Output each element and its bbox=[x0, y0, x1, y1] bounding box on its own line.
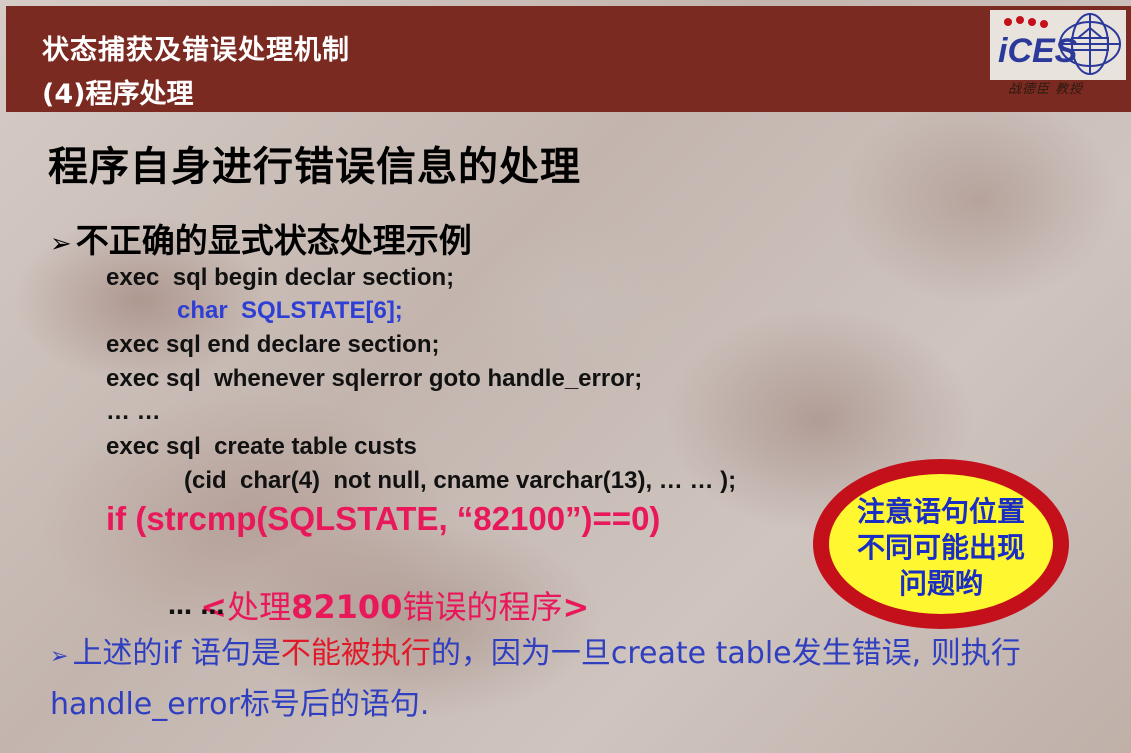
code-line: exec sql create table custs bbox=[106, 433, 417, 460]
code-line: … … bbox=[106, 398, 161, 425]
if-statement: if (strcmp(SQLSTATE, “82100”)==0) bbox=[106, 500, 661, 537]
bullet-arrow-icon: ➢ bbox=[50, 229, 72, 259]
callout-text: 注意语句位置 不同可能出现 问题哟 bbox=[810, 494, 1072, 602]
callout-line: 不同可能出现 bbox=[856, 531, 1025, 564]
code-line: char SQLSTATE[6]; bbox=[177, 297, 403, 324]
ices-logo: iCES 战德臣 教授 bbox=[990, 10, 1126, 106]
code-line: (cid char(4) not null, cname varchar(13)… bbox=[184, 467, 737, 494]
logo-caption: 战德臣 教授 bbox=[1008, 82, 1084, 97]
handler-code: 82100 bbox=[291, 588, 403, 626]
note-text-1: 上述的if 语句是 bbox=[72, 636, 281, 671]
code-line: exec sql whenever sqlerror goto handle_e… bbox=[106, 365, 643, 392]
explanation-note: ➢ 上述的if 语句是不能被执行的，因为一旦create table发生错误, 则… bbox=[50, 630, 1100, 729]
note-highlight: 不能被执行 bbox=[280, 636, 431, 671]
subheading-text: 不正确的显式状态处理示例 bbox=[75, 221, 472, 260]
handler-text-2: 错误的程序 bbox=[402, 588, 563, 626]
callout-badge: 注意语句位置 不同可能出现 问题哟 bbox=[810, 456, 1072, 632]
slide-header: 状态捕获及错误处理机制 (4)程序处理 bbox=[6, 6, 1131, 112]
code-line: exec sql end declare section; bbox=[106, 331, 440, 358]
header-title: 状态捕获及错误处理机制 bbox=[42, 35, 350, 66]
ices-logo-graphic: iCES bbox=[990, 10, 1126, 80]
header-subtitle: (4)程序处理 bbox=[42, 79, 194, 110]
note-text-2: 的，因为一旦create table发生错误, 则执行 bbox=[430, 636, 1021, 671]
code-ellipsis: … … bbox=[168, 592, 225, 620]
callout-line: 注意语句位置 bbox=[856, 495, 1025, 528]
handler-close: > bbox=[562, 588, 590, 626]
code-line: exec sql begin declar section; bbox=[106, 264, 455, 291]
error-handler-placeholder: <处理82100错误的程序> bbox=[178, 544, 589, 628]
callout-line: 问题哟 bbox=[898, 567, 983, 600]
subheading: ➢ 不正确的显式状态处理示例 bbox=[50, 214, 472, 262]
note-text-3: handle_error标号后的语句. bbox=[50, 687, 430, 722]
logo-text: iCES bbox=[998, 32, 1078, 70]
handler-text-1: 处理 bbox=[227, 588, 292, 626]
page-title: 程序自身进行错误信息的处理 bbox=[48, 144, 581, 190]
bullet-arrow-icon: ➢ bbox=[50, 644, 69, 669]
